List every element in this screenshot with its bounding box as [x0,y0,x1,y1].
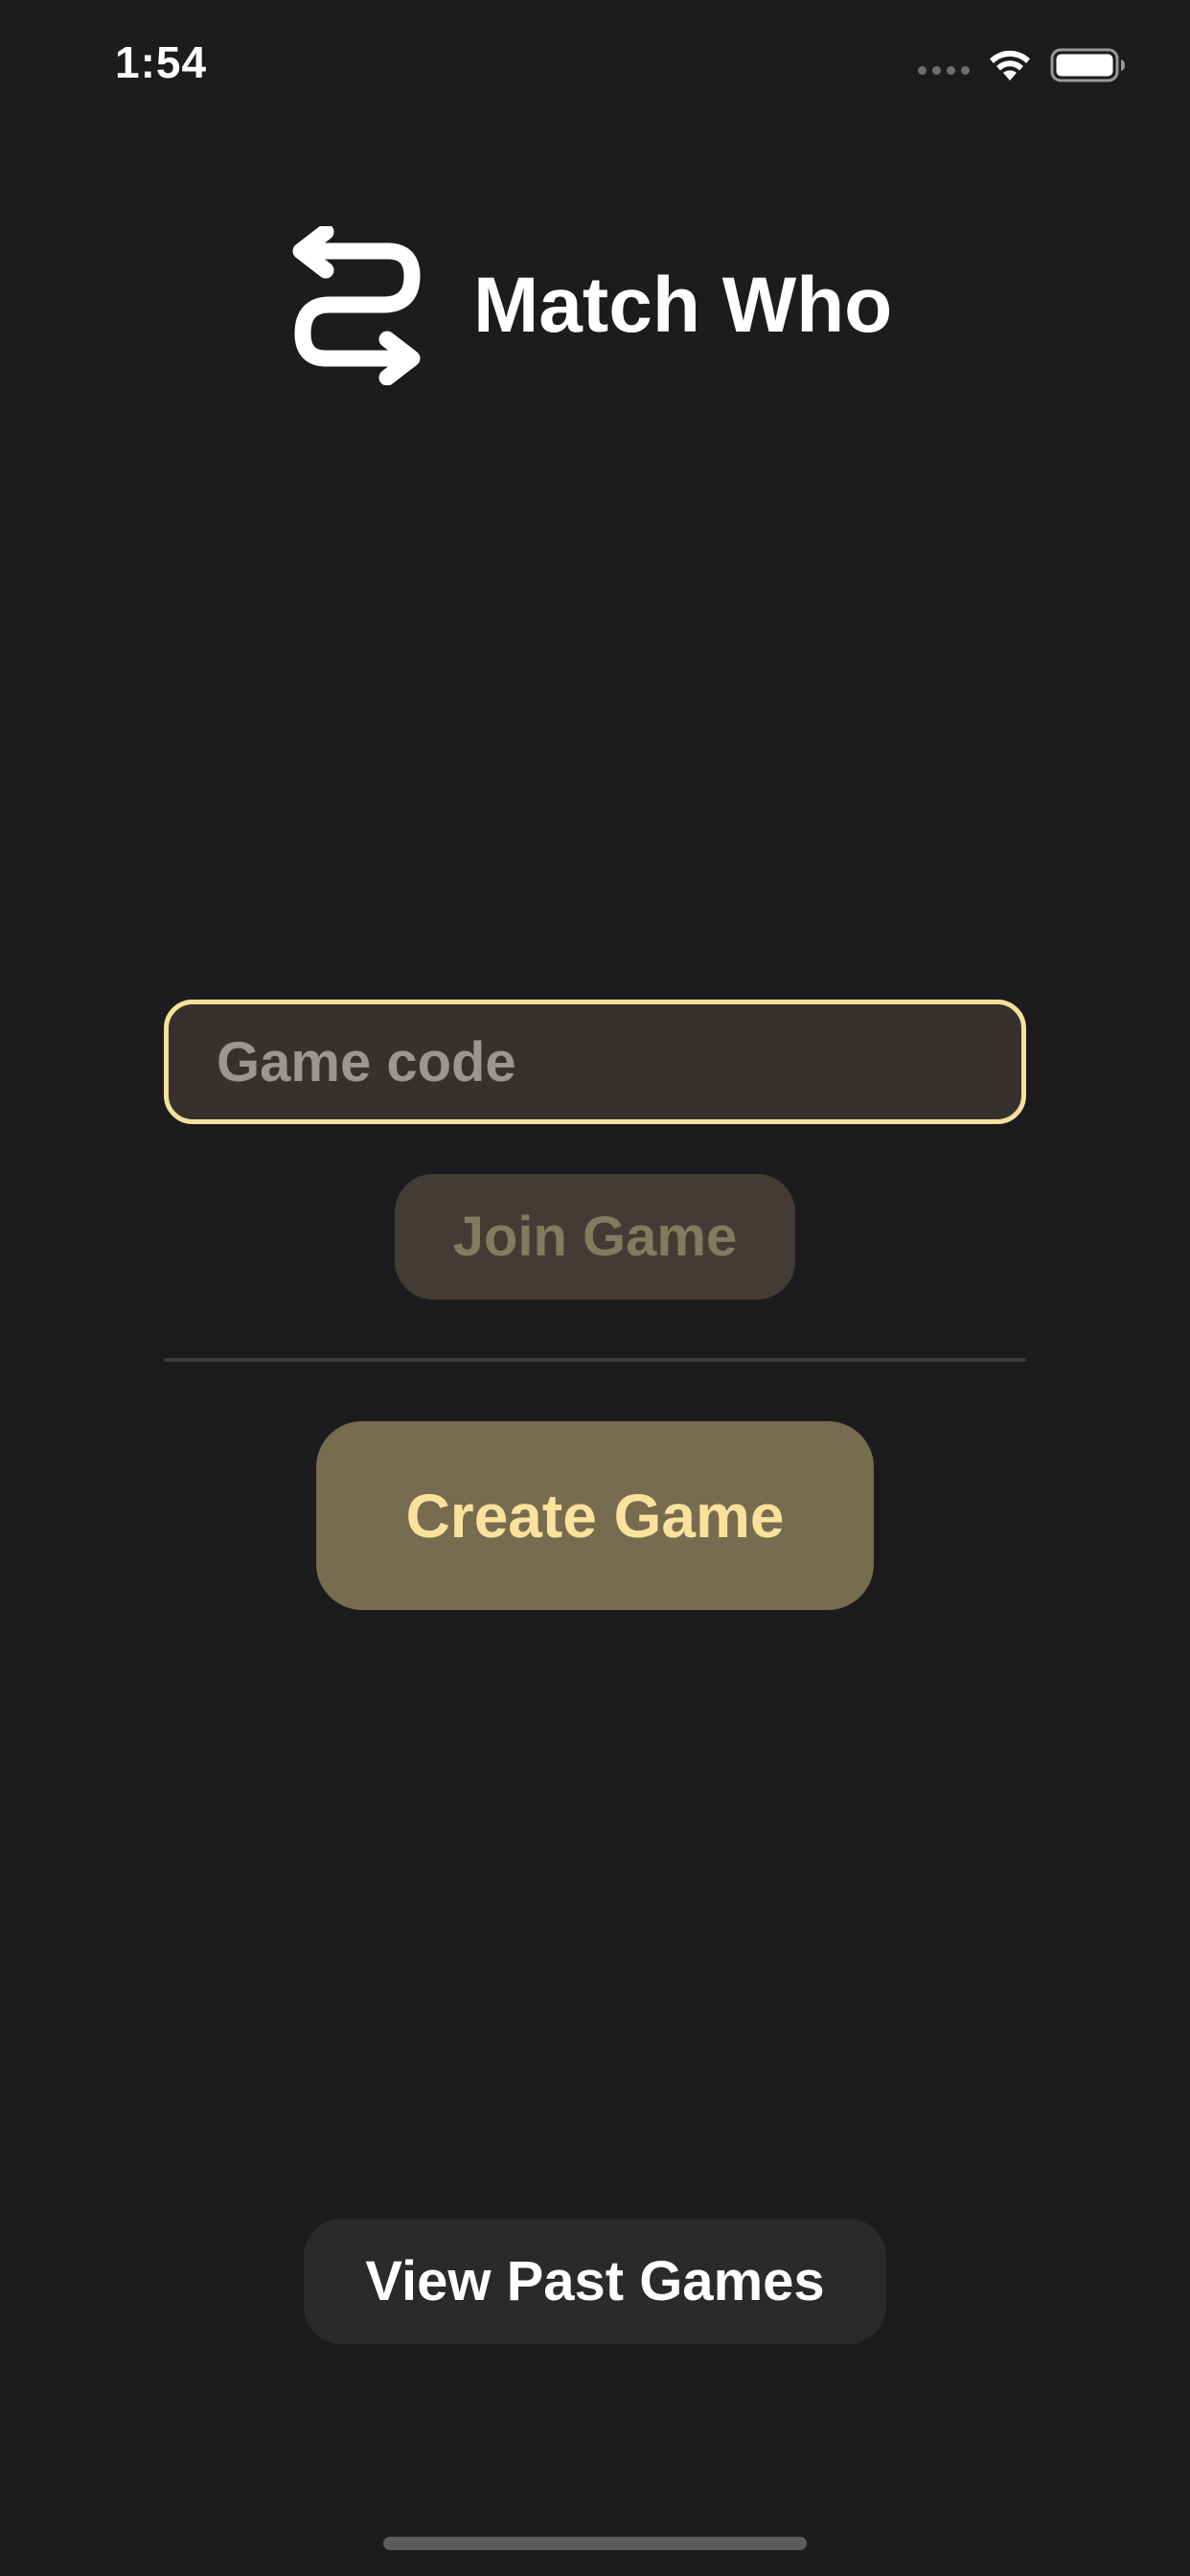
swap-arrows-icon [292,226,421,385]
status-icons [918,46,1127,84]
home-screen: 1:54 Match Who Game code Join Game Creat… [0,0,1190,2576]
status-time: 1:54 [115,37,208,87]
join-game-button[interactable]: Join Game [395,1174,795,1300]
game-code-input[interactable] [164,1000,1026,1124]
app-title: Match Who [473,262,893,349]
view-past-games-button[interactable]: View Past Games [304,2219,886,2344]
create-game-button[interactable]: Create Game [316,1421,874,1610]
signal-dots-icon [918,65,970,75]
wifi-icon [990,50,1030,80]
create-game-label: Create Game [405,1481,785,1551]
app-header: Match Who [287,226,892,385]
view-past-games-label: View Past Games [365,2250,825,2312]
battery-icon [1050,48,1125,82]
section-divider [164,1358,1026,1362]
join-game-label: Join Game [452,1206,738,1268]
home-indicator[interactable] [383,2537,807,2550]
